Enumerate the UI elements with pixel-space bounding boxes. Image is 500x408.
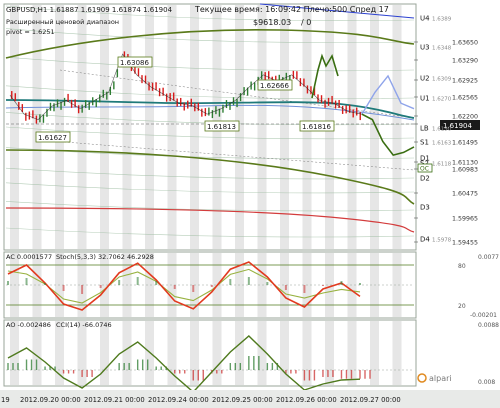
time-axis-label: 2012.09.27 00:00 <box>340 396 401 404</box>
trend-dashed-line <box>39 139 415 171</box>
time-axis: 2012.09.20 00:00 2012.09.21 00:00 2012.09.… <box>1 396 401 404</box>
price-tick-label: 1.59455 <box>452 240 478 247</box>
pivot-letter: D2 <box>420 175 430 183</box>
svg-text:1.61816: 1.61816 <box>302 123 331 131</box>
svg-text:1.61813: 1.61813 <box>207 123 236 131</box>
cci-label: CCI(14) -66.0746 <box>56 321 112 329</box>
svg-text:alpari: alpari <box>429 374 452 383</box>
pivot-label: pivot = 1.6251 <box>6 28 55 36</box>
indicator-title: Расширенный ценовой диапазон <box>6 18 119 26</box>
pivot-letter: S1 <box>420 139 429 147</box>
ao-label: AO -0.002486 <box>6 321 51 329</box>
forecast-badge: OC <box>417 163 433 173</box>
vband-main <box>370 5 379 249</box>
time-axis-label: 2012.09.25 00:00 <box>212 396 273 404</box>
vband-main <box>145 5 154 249</box>
vband-ind2 <box>167 321 177 385</box>
svg-text:1.63086: 1.63086 <box>120 59 149 67</box>
vband-ind2 <box>370 321 379 385</box>
price-tick-label: 1.62200 <box>452 114 478 121</box>
ind2-axis-0: 0.0088 <box>478 322 499 329</box>
pivot-letter: LB <box>420 125 429 133</box>
vband-ind2 <box>235 321 244 385</box>
vband-ind2 <box>392 321 402 385</box>
pivot-labels: U4 1.6389 U3 1.6348 U2 1.6309 U1 1.6270 LB 1.6190… <box>420 15 452 244</box>
vband-main <box>190 5 199 249</box>
chart-canvas: GBPUSD,H1 1.61887 1.61909 1.61874 1.6190… <box>0 3 500 408</box>
price-tick-label: 1.61130 <box>452 160 478 167</box>
pivot-letter: D3 <box>420 204 430 212</box>
price-tick-label: 1.63290 <box>452 58 478 65</box>
stoch-label: Stoch(5,3,3) 32.7062 46.2928 <box>56 253 154 261</box>
price-tick-label: 1.62565 <box>452 95 478 102</box>
pivot-letter: U4 <box>420 15 430 23</box>
vband-main <box>280 5 289 249</box>
time-axis-label: 2012.09.26 00:00 <box>276 396 337 404</box>
balance-suffix: / 0 <box>301 18 311 27</box>
svg-text:1.61627: 1.61627 <box>38 134 67 142</box>
time-axis-label: 2012.09.24 00:00 <box>148 396 209 404</box>
ind1-axis-0: 0.0077 <box>478 254 499 261</box>
time-axis-stub: 19 <box>1 396 10 404</box>
symbol-line: GBPUSD,H1 1.61887 1.61909 1.61874 1.6190… <box>6 6 173 14</box>
balance: $9618.03 <box>253 18 291 27</box>
server-time: Текущее время: 16:09:42 Плечо:500 Спред … <box>194 5 389 14</box>
vband-main <box>32 5 42 249</box>
price-tick-label: 1.61495 <box>452 140 478 147</box>
forecast-green-path <box>361 113 415 157</box>
pivot-value: 1.6389 <box>432 17 452 23</box>
pivot-value: 1.6309 <box>432 77 452 83</box>
price-tick-label: 1.60475 <box>452 191 478 198</box>
price-tick-label: 1.63650 <box>452 40 478 47</box>
price-label-4: 1.61816 <box>299 120 335 132</box>
pivot-letter: D4 <box>420 236 430 244</box>
vband-ind2 <box>212 321 222 385</box>
pivot-letter: D1 <box>420 155 430 163</box>
vband-main <box>55 5 64 249</box>
vband-ind1 <box>32 253 42 317</box>
pivot-letter: U3 <box>420 44 430 52</box>
ind1-axis-3: -0.00201 <box>470 312 497 319</box>
pivot-value: 1.6163 <box>432 141 452 147</box>
ind1-axis-2: 20 <box>458 303 466 310</box>
vband-ind2 <box>100 321 109 385</box>
vband-ind1 <box>392 253 402 317</box>
vband-main <box>122 5 132 249</box>
vband-main <box>347 5 357 249</box>
vband-main <box>10 5 19 249</box>
price-label-2: 1.62666 <box>257 79 293 91</box>
pivot-value: 1.5978 <box>432 238 452 244</box>
price-label-3: 1.61813 <box>204 120 240 132</box>
ind2-axis-1: 0.008 <box>478 379 495 386</box>
ind1-axis-1: 80 <box>458 263 466 270</box>
vband-main <box>100 5 109 249</box>
vband-main <box>77 5 87 249</box>
time-axis-label: 2012.09.20 00:00 <box>20 396 81 404</box>
price-label-1: 1.63086 <box>117 56 153 68</box>
ac-label: AC 0.0001577 <box>6 253 52 261</box>
price-tick-label: 1.60983 <box>452 167 478 174</box>
pivot-value: 1.6118 <box>432 162 452 168</box>
pivot-letter: U1 <box>420 95 430 103</box>
vband-main <box>167 5 177 249</box>
pivot-letter: U2 <box>420 75 430 83</box>
time-axis-label: 2012.09.21 00:00 <box>84 396 145 404</box>
pivot-value: 1.6270 <box>432 97 452 103</box>
pivot-value: 1.6348 <box>432 46 452 52</box>
vband-ind2 <box>257 321 267 385</box>
price-tick-label: 1.59965 <box>452 216 478 223</box>
price-label-5: 1.61627 <box>35 131 71 143</box>
svg-text:OC: OC <box>420 166 429 173</box>
svg-text:1.62666: 1.62666 <box>260 82 289 90</box>
price-tick-label: 1.62925 <box>452 78 478 85</box>
pivot-value: 1.6190 <box>432 127 452 133</box>
alpari-logo: alpari <box>417 373 452 383</box>
vband-ind2 <box>122 321 132 385</box>
chart-window: GBPUSD,H1 1.61887 1.61909 1.61874 1.6190… <box>0 0 500 408</box>
